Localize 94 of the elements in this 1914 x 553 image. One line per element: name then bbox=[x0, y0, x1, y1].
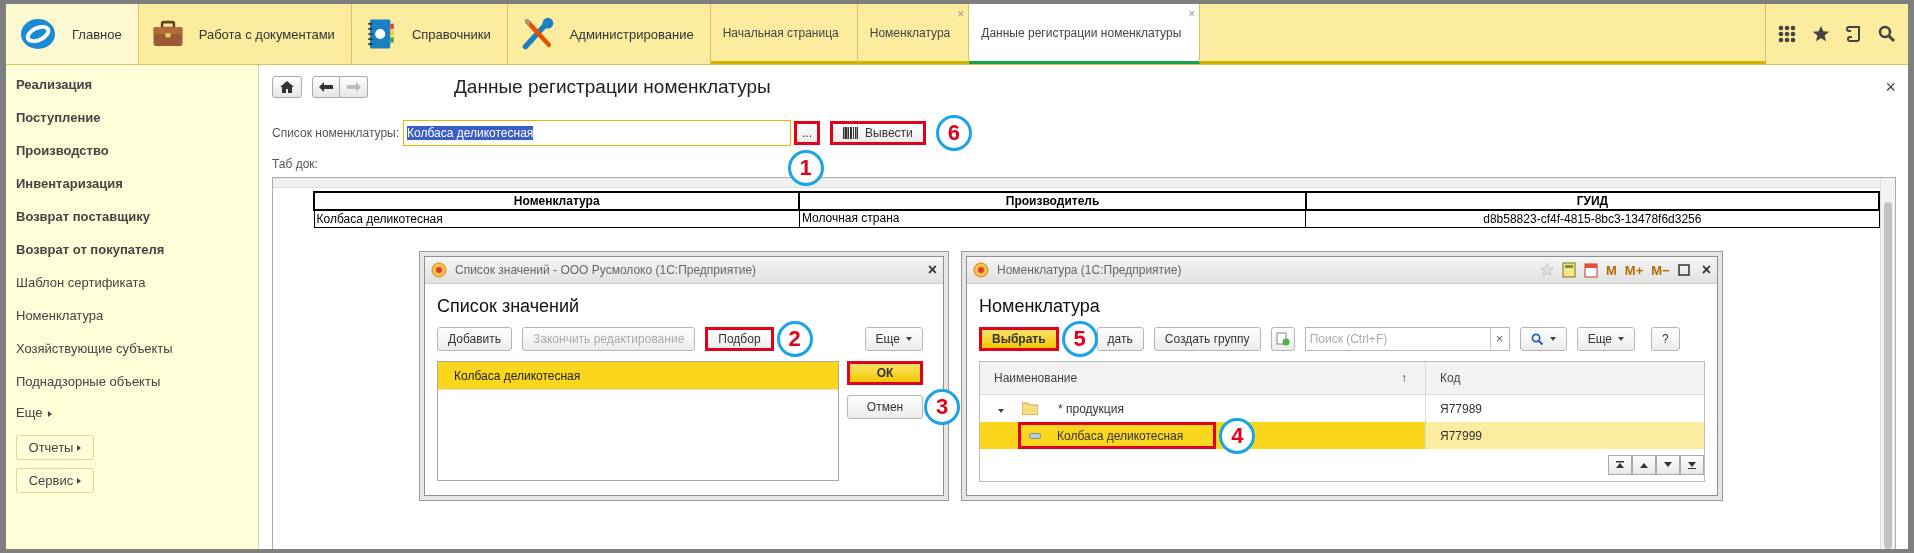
close-icon[interactable]: × bbox=[927, 261, 937, 279]
top-arrow-icon bbox=[1615, 461, 1625, 469]
choose-button[interactable]: ... bbox=[794, 121, 821, 145]
step-number-badge: 5 bbox=[1061, 321, 1098, 357]
star-icon[interactable] bbox=[1812, 25, 1830, 43]
document-plus-icon bbox=[1275, 332, 1290, 346]
create-button[interactable]: дать bbox=[1096, 327, 1144, 351]
scrollbar[interactable] bbox=[1880, 178, 1895, 549]
page-tab[interactable]: Данные регистрации номенклатуры × bbox=[969, 4, 1201, 64]
up-arrow-icon bbox=[1639, 461, 1649, 469]
apps-grid-icon[interactable] bbox=[1778, 25, 1796, 43]
column-header: ГУИД bbox=[1305, 192, 1879, 210]
maximize-icon[interactable] bbox=[1677, 264, 1690, 276]
list-item[interactable]: Колбаса деликотесная bbox=[438, 362, 838, 390]
output-button[interactable]: Вывести bbox=[830, 121, 926, 145]
field-label: Таб док: bbox=[272, 157, 318, 171]
search-icon[interactable] bbox=[1878, 25, 1896, 43]
sidebar-link[interactable]: Шаблон сертификата bbox=[16, 273, 258, 306]
dialog-heading: Номенклатура bbox=[979, 296, 1101, 317]
calculator-icon[interactable] bbox=[1561, 262, 1576, 278]
column-header[interactable]: Наименование bbox=[994, 371, 1078, 385]
triangle-icon bbox=[48, 411, 53, 417]
toolbar-button[interactable]: Добавить bbox=[437, 327, 513, 351]
menu-button[interactable]: Сервис bbox=[16, 468, 94, 493]
sidebar-link[interactable]: Реализация bbox=[16, 75, 258, 108]
sidebar-link[interactable]: Возврат поставщику bbox=[16, 207, 258, 240]
left-arrow-icon bbox=[319, 82, 333, 92]
bottom-arrow-icon bbox=[1687, 461, 1697, 469]
step-number-badge: 1 bbox=[787, 150, 824, 186]
input-field[interactable]: Колбаса деликотесная bbox=[403, 120, 792, 146]
help-button[interactable]: ? bbox=[1651, 327, 1680, 351]
menu-button[interactable]: Отчеты bbox=[16, 435, 94, 460]
barcode-icon bbox=[843, 127, 860, 139]
close-icon[interactable]: × bbox=[1885, 76, 1896, 98]
page-title: Данные регистрации номенклатуры bbox=[454, 76, 771, 98]
more-button[interactable]: Еще bbox=[1576, 327, 1636, 351]
tree-item[interactable]: * продукция bbox=[1014, 395, 1154, 422]
memory-button[interactable]: M− bbox=[1651, 262, 1670, 278]
step-number-badge: 2 bbox=[776, 321, 813, 357]
right-arrow-icon bbox=[346, 82, 361, 92]
column-header[interactable]: Код bbox=[1440, 371, 1461, 385]
last-button[interactable] bbox=[1680, 455, 1704, 475]
up-button[interactable] bbox=[1632, 455, 1656, 475]
sidebar-link[interactable]: Производство bbox=[16, 141, 258, 174]
down-arrow-icon bbox=[1663, 461, 1673, 469]
sidebar-link[interactable]: Инвентаризация bbox=[16, 174, 258, 207]
field-label: Список номенклатуры: bbox=[272, 126, 400, 140]
folder-icon bbox=[1022, 402, 1038, 415]
table-cell: Я77999 bbox=[1440, 428, 1483, 443]
select-button[interactable]: Выбрать bbox=[979, 327, 1059, 351]
memory-button[interactable]: M+ bbox=[1624, 262, 1644, 278]
sidebar-link[interactable]: Номенклатура bbox=[16, 306, 258, 339]
item-icon bbox=[1029, 432, 1041, 439]
search-icon bbox=[1530, 332, 1544, 346]
close-icon[interactable]: × bbox=[1701, 261, 1711, 279]
step-number-badge: 6 bbox=[935, 115, 972, 151]
clear-button[interactable]: × bbox=[1489, 328, 1509, 350]
calendar-icon[interactable] bbox=[1583, 262, 1598, 278]
toolbar-button[interactable]: Подбор bbox=[705, 327, 774, 351]
step-number-badge: 3 bbox=[924, 389, 960, 425]
star-icon[interactable] bbox=[1539, 263, 1554, 277]
more-link[interactable]: Еще bbox=[16, 405, 43, 420]
sidebar-link[interactable]: Возврат от покупателя bbox=[16, 240, 258, 273]
window-title: Список значений - ООО Русмолоко (1С:Предприятие) bbox=[455, 263, 757, 277]
sidebar-link[interactable]: Хозяйствующие субъекты bbox=[16, 339, 258, 372]
home-button[interactable] bbox=[272, 76, 302, 98]
sort-arrow: ↑ bbox=[1401, 371, 1407, 385]
tree-item[interactable]: Колбаса деликотесная bbox=[1018, 422, 1217, 449]
table-cell: d8b58823-cf4f-4815-8bc3-13478f6d3256 bbox=[1305, 210, 1879, 228]
dialog-button[interactable]: ОК bbox=[847, 361, 923, 385]
table-cell: Молочная страна bbox=[799, 210, 1306, 228]
dialog-heading: Список значений bbox=[437, 296, 581, 317]
first-button[interactable] bbox=[1608, 455, 1632, 475]
back-button[interactable] bbox=[312, 76, 340, 98]
sidebar-link[interactable]: Поднадзорные объекты bbox=[16, 372, 258, 405]
toolbar-button[interactable]: Еще bbox=[864, 327, 923, 351]
section-tab[interactable]: Главное bbox=[6, 4, 139, 64]
app-logo-icon bbox=[431, 262, 447, 278]
dialog-button[interactable]: Отмен bbox=[847, 395, 923, 419]
app-logo-icon bbox=[973, 262, 989, 278]
down-button[interactable] bbox=[1656, 455, 1680, 475]
search-button[interactable] bbox=[1519, 327, 1567, 351]
step-number-badge: 4 bbox=[1219, 417, 1256, 454]
window-title: Номенклатура (1С:Предприятие) bbox=[997, 263, 1182, 277]
column-header: Производитель bbox=[799, 192, 1306, 210]
create-group-button[interactable]: Создать группу bbox=[1153, 327, 1261, 351]
home-icon bbox=[280, 81, 294, 93]
copy-add-button[interactable] bbox=[1270, 327, 1295, 351]
table-cell: Колбаса деликотесная bbox=[314, 210, 800, 228]
table-cell: Я77989 bbox=[1440, 401, 1483, 416]
search-field[interactable]: Поиск (Ctrl+F) × bbox=[1304, 327, 1510, 351]
memory-button[interactable]: M bbox=[1605, 262, 1617, 278]
column-header: Номенклатура bbox=[314, 192, 800, 210]
sidebar-link[interactable]: Поступление bbox=[16, 108, 258, 141]
